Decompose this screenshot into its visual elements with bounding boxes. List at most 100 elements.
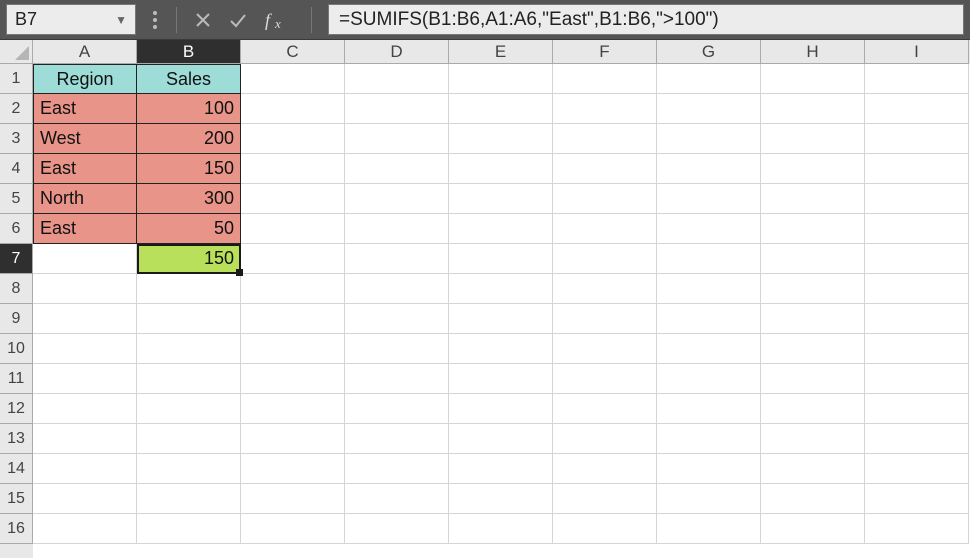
row-header[interactable]: 16 [0, 514, 33, 544]
cell[interactable] [241, 304, 345, 334]
cell[interactable] [553, 184, 657, 214]
cell-B6[interactable]: 50 [137, 214, 241, 244]
cell[interactable] [553, 334, 657, 364]
cell[interactable] [553, 424, 657, 454]
cell[interactable] [345, 94, 449, 124]
row-header[interactable]: 11 [0, 364, 33, 394]
cell[interactable] [449, 154, 553, 184]
cell[interactable] [865, 334, 969, 364]
cell[interactable] [865, 94, 969, 124]
cell[interactable] [865, 274, 969, 304]
row-header[interactable]: 8 [0, 274, 33, 304]
cell[interactable] [865, 454, 969, 484]
cell[interactable] [657, 334, 761, 364]
cell[interactable] [345, 394, 449, 424]
cell[interactable] [761, 364, 865, 394]
column-header[interactable]: F [553, 40, 657, 64]
cell[interactable] [33, 274, 137, 304]
cell[interactable] [345, 214, 449, 244]
cell[interactable] [137, 514, 241, 544]
cell[interactable] [761, 244, 865, 274]
cell[interactable] [553, 274, 657, 304]
cell[interactable] [345, 304, 449, 334]
cell[interactable] [345, 64, 449, 94]
cancel-icon[interactable] [195, 12, 211, 28]
cell[interactable] [241, 154, 345, 184]
cell[interactable] [449, 454, 553, 484]
cell[interactable] [137, 454, 241, 484]
cell[interactable] [865, 364, 969, 394]
cell[interactable] [657, 64, 761, 94]
cell[interactable] [241, 274, 345, 304]
cell[interactable] [241, 94, 345, 124]
cell[interactable] [241, 514, 345, 544]
cell[interactable] [241, 394, 345, 424]
cell[interactable] [657, 454, 761, 484]
cell[interactable] [345, 334, 449, 364]
cell[interactable] [865, 424, 969, 454]
cell[interactable] [345, 244, 449, 274]
cell[interactable] [761, 274, 865, 304]
cell[interactable] [657, 244, 761, 274]
cell[interactable] [33, 454, 137, 484]
cell[interactable] [345, 484, 449, 514]
cell[interactable] [241, 124, 345, 154]
cell[interactable] [865, 154, 969, 184]
cell[interactable] [241, 64, 345, 94]
cell[interactable] [865, 64, 969, 94]
column-header[interactable]: H [761, 40, 865, 64]
cell[interactable] [449, 364, 553, 394]
select-all-corner[interactable] [0, 40, 33, 64]
cell[interactable] [761, 304, 865, 334]
cell[interactable] [241, 364, 345, 394]
cell[interactable] [761, 424, 865, 454]
cell[interactable] [241, 184, 345, 214]
cell[interactable] [449, 334, 553, 364]
cell[interactable] [137, 364, 241, 394]
row-header[interactable]: 2 [0, 94, 33, 124]
cell[interactable] [449, 484, 553, 514]
row-header[interactable]: 12 [0, 394, 33, 424]
cell[interactable] [345, 184, 449, 214]
cell[interactable] [137, 274, 241, 304]
cell[interactable] [553, 514, 657, 544]
cell-B2[interactable]: 100 [137, 94, 241, 124]
cell[interactable] [137, 484, 241, 514]
cell[interactable] [553, 64, 657, 94]
cell[interactable] [553, 304, 657, 334]
enter-icon[interactable] [229, 12, 247, 28]
spreadsheet-grid[interactable]: A B C D E F G H I 1 2 3 4 5 6 7 8 9 10 1… [0, 40, 970, 558]
cell[interactable] [865, 484, 969, 514]
column-header[interactable]: A [33, 40, 137, 64]
cell[interactable] [449, 424, 553, 454]
cell[interactable] [241, 484, 345, 514]
cell[interactable] [761, 94, 865, 124]
cell[interactable] [657, 214, 761, 244]
cell[interactable] [345, 274, 449, 304]
cell-A6[interactable]: East [33, 214, 137, 244]
row-header[interactable]: 4 [0, 154, 33, 184]
row-header[interactable]: 14 [0, 454, 33, 484]
cell[interactable] [449, 304, 553, 334]
fx-icon[interactable]: f x [265, 10, 293, 30]
cell[interactable] [33, 514, 137, 544]
row-header[interactable]: 9 [0, 304, 33, 334]
cell[interactable] [241, 244, 345, 274]
cell[interactable] [761, 214, 865, 244]
cell[interactable] [657, 424, 761, 454]
row-header[interactable]: 3 [0, 124, 33, 154]
more-icon[interactable] [152, 10, 158, 30]
cell[interactable] [657, 394, 761, 424]
cell[interactable] [137, 334, 241, 364]
cell[interactable] [241, 334, 345, 364]
cell-B3[interactable]: 200 [137, 124, 241, 154]
cell[interactable] [553, 394, 657, 424]
cell[interactable] [553, 154, 657, 184]
cell-B4[interactable]: 150 [137, 154, 241, 184]
cell[interactable] [33, 424, 137, 454]
cell[interactable] [865, 394, 969, 424]
row-header[interactable]: 7 [0, 244, 33, 274]
row-header[interactable]: 1 [0, 64, 33, 94]
cell-A2[interactable]: East [33, 94, 137, 124]
cell[interactable] [345, 514, 449, 544]
